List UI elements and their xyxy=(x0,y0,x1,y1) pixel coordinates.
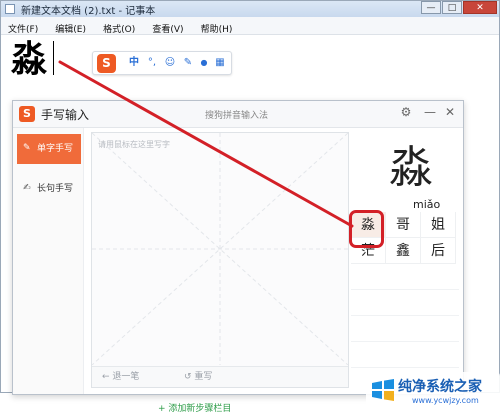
rewrite-button[interactable]: ↺ 重写 xyxy=(184,371,212,383)
minimize-icon[interactable]: — xyxy=(423,105,437,119)
watermark-title: 纯净系统之家 xyxy=(398,379,482,395)
handwriting-sidebar: ✎ 单字手写 ✍ 长句手写 xyxy=(13,128,84,394)
long-sentence-icon: ✍ xyxy=(23,183,31,193)
add-step-link[interactable]: + 添加新步骤栏目 xyxy=(158,401,231,414)
recognized-char: 淼 xyxy=(389,142,433,193)
pad-placeholder: 请用鼠标在这里写字 xyxy=(98,140,170,149)
settings-icon[interactable]: ⚙ xyxy=(399,105,413,119)
watermark-url: www.ycwjzy.com xyxy=(412,396,479,405)
candidate-6[interactable]: 后 xyxy=(421,238,456,264)
menu-view[interactable]: 查看(V) xyxy=(147,22,188,39)
sogou-logo-icon[interactable]: S xyxy=(97,54,116,73)
annotation-highlight xyxy=(349,210,384,248)
candidate-row-empty xyxy=(351,342,459,368)
undo-stroke-button[interactable]: ← 退一笔 xyxy=(102,371,139,383)
window-title: 新建文本文档 (2).txt - 记事本 xyxy=(21,6,156,17)
watermark-logo-icon xyxy=(372,379,394,401)
ime-toolbar: S 中 °, ☺ ✎ ● ▦ xyxy=(92,51,232,75)
candidate-row-empty xyxy=(351,264,459,290)
writing-pad[interactable]: 请用鼠标在这里写字 ← 退一笔 ↺ 重写 xyxy=(91,132,349,388)
minimize-button[interactable]: — xyxy=(421,1,441,14)
handwriting-title: 手写输入 xyxy=(41,108,90,122)
handwriting-panel: S 手写输入 搜狗拼音输入法 ⚙ — ✕ ✎ 单字手写 ✍ 长句手写 请用鼠标在… xyxy=(12,100,464,395)
candidate-row-empty xyxy=(351,316,459,342)
document-text[interactable]: 淼 xyxy=(11,35,47,83)
candidate-row-empty xyxy=(351,290,459,316)
sogou-logo-icon: S xyxy=(19,106,35,122)
pad-footer: ← 退一笔 ↺ 重写 xyxy=(92,366,348,387)
watermark: 纯净系统之家 www.ycwjzy.com xyxy=(366,372,500,412)
toolbox-icon[interactable]: ▦ xyxy=(213,56,227,70)
title-bar: 新建文本文档 (2).txt - 记事本 — □ ✕ xyxy=(1,1,499,17)
pad-guide-lines xyxy=(92,133,348,365)
close-button[interactable]: ✕ xyxy=(463,1,497,14)
close-icon[interactable]: ✕ xyxy=(443,105,457,119)
candidate-3[interactable]: 姐 xyxy=(421,212,456,238)
tab-label: 长句手写 xyxy=(37,184,74,194)
tab-single-char[interactable]: ✎ 单字手写 xyxy=(17,134,81,164)
recognized-pinyin: miǎo xyxy=(413,198,441,211)
menu-bar: 文件(F) 编辑(E) 格式(O) 查看(V) 帮助(H) xyxy=(1,17,499,35)
chinese-mode-toggle[interactable]: 中 xyxy=(127,56,141,70)
maximize-button[interactable]: □ xyxy=(442,1,462,14)
text-caret xyxy=(53,41,54,75)
handwriting-header: S 手写输入 搜狗拼音输入法 ⚙ — ✕ xyxy=(13,101,463,128)
candidate-5[interactable]: 鑫 xyxy=(386,238,421,264)
menu-edit[interactable]: 编辑(E) xyxy=(50,22,91,39)
punctuation-icon[interactable]: °, xyxy=(145,56,159,70)
single-char-icon: ✎ xyxy=(23,143,31,153)
tab-label: 单字手写 xyxy=(37,144,74,154)
notepad-app-icon xyxy=(5,4,15,14)
candidate-2[interactable]: 哥 xyxy=(386,212,421,238)
microphone-icon[interactable]: ● xyxy=(197,56,211,70)
pen-icon[interactable]: ✎ xyxy=(181,56,195,70)
handwriting-subtitle: 搜狗拼音输入法 xyxy=(205,111,269,121)
tab-long-sentence[interactable]: ✍ 长句手写 xyxy=(17,174,81,204)
recognition-result: 淼 miǎo 淼 哥 姐 茫 鑫 后 xyxy=(351,128,463,394)
emoji-icon[interactable]: ☺ xyxy=(163,56,177,70)
menu-format[interactable]: 格式(O) xyxy=(98,22,140,39)
menu-help[interactable]: 帮助(H) xyxy=(196,22,238,39)
